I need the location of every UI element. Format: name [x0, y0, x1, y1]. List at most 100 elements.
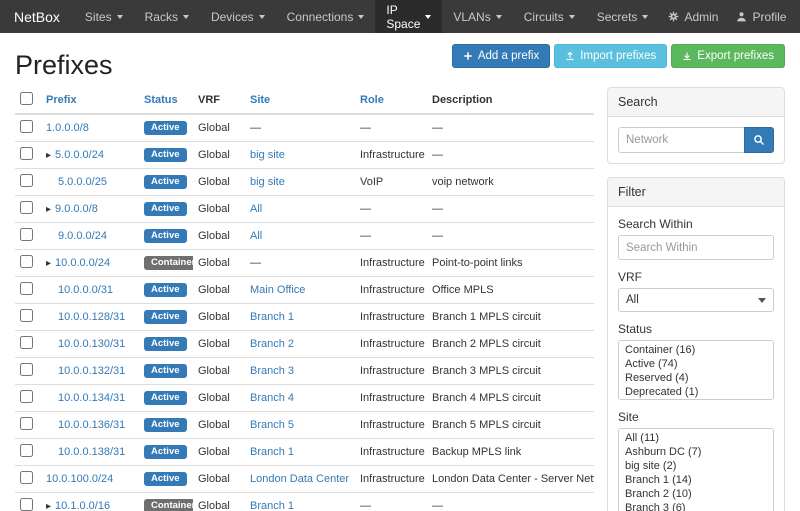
site-link[interactable]: London Data Center [250, 473, 349, 485]
filter-option[interactable]: Container (16) [619, 343, 773, 357]
app-logo[interactable]: NetBox [0, 0, 74, 33]
nav-item-ip-space[interactable]: IP Space [375, 0, 442, 33]
export-prefixes-button[interactable]: Export prefixes [671, 44, 785, 68]
nav-item-log-out[interactable]: Log out [795, 0, 800, 33]
prefix-link[interactable]: 9.0.0.0/8 [55, 203, 98, 215]
row-checkbox[interactable] [20, 417, 33, 430]
filter-option[interactable]: Branch 1 (14) [619, 473, 773, 487]
prefix-link[interactable]: 10.0.100.0/24 [46, 473, 113, 485]
prefix-link[interactable]: 10.0.0.130/31 [58, 338, 125, 350]
import-prefixes-button[interactable]: Import prefixes [554, 44, 667, 68]
role-cell: Infrastructure [355, 142, 427, 169]
nav-item-sites[interactable]: Sites [74, 0, 134, 33]
column-header-status[interactable]: Status [139, 87, 193, 114]
status-badge: Active [144, 202, 187, 217]
filter-option[interactable]: Reserved (4) [619, 371, 773, 385]
filter-option[interactable]: big site (2) [619, 459, 773, 473]
status-listbox[interactable]: Container (16)Active (74)Reserved (4)Dep… [618, 340, 774, 400]
nav-item-devices[interactable]: Devices [200, 0, 276, 33]
prefix-link[interactable]: 10.0.0.138/31 [58, 446, 125, 458]
site-link[interactable]: big site [250, 176, 285, 188]
add-prefix-button[interactable]: Add a prefix [452, 44, 550, 68]
prefix-link[interactable]: 10.1.0.0/16 [55, 500, 110, 511]
site-link[interactable]: Branch 1 [250, 446, 294, 458]
filter-option[interactable]: All (11) [619, 431, 773, 445]
site-cell: Branch 3 [245, 358, 355, 385]
prefix-link[interactable]: 10.0.0.132/31 [58, 365, 125, 377]
prefix-link[interactable]: 10.0.0.0/24 [55, 257, 110, 269]
select-all-checkbox[interactable] [20, 92, 33, 105]
prefix-link[interactable]: 10.0.0.0/31 [58, 284, 113, 296]
search-panel-title: Search [608, 88, 784, 117]
status-badge: Container [144, 499, 193, 511]
prefix-link[interactable]: 1.0.0.0/8 [46, 122, 89, 134]
search-panel: Search [607, 87, 785, 164]
vrf-cell: Global [193, 142, 245, 169]
site-link[interactable]: big site [250, 149, 285, 161]
row-checkbox[interactable] [20, 471, 33, 484]
site-link[interactable]: All [250, 203, 262, 215]
prefix-link[interactable]: 5.0.0.0/25 [58, 176, 107, 188]
site-listbox[interactable]: All (11)Ashburn DC (7)big site (2)Branch… [618, 428, 774, 511]
site-link[interactable]: All [250, 230, 262, 242]
expand-caret-icon[interactable]: ▸ [46, 204, 51, 215]
page-header: Prefixes Add a prefixImport prefixesExpo… [0, 33, 800, 87]
nav-item-label: VLANs [453, 10, 490, 24]
search-within-input[interactable] [618, 235, 774, 260]
nav-item-racks[interactable]: Racks [134, 0, 200, 33]
row-checkbox[interactable] [20, 390, 33, 403]
nav-item-vlans[interactable]: VLANs [442, 0, 512, 33]
site-link[interactable]: Branch 3 [250, 365, 294, 377]
row-checkbox[interactable] [20, 444, 33, 457]
row-checkbox[interactable] [20, 336, 33, 349]
filter-option[interactable]: Deprecated (1) [619, 385, 773, 399]
site-link[interactable]: Branch 1 [250, 500, 294, 511]
site-link[interactable]: Branch 5 [250, 419, 294, 431]
status-badge: Active [144, 445, 187, 460]
nav-item-profile[interactable]: Profile [727, 0, 795, 33]
filter-option[interactable]: Branch 3 (6) [619, 501, 773, 511]
nav-item-secrets[interactable]: Secrets [586, 0, 660, 33]
column-header-role[interactable]: Role [355, 87, 427, 114]
row-checkbox[interactable] [20, 255, 33, 268]
prefix-link[interactable]: 10.0.0.134/31 [58, 392, 125, 404]
expand-caret-icon[interactable]: ▸ [46, 258, 51, 269]
row-checkbox[interactable] [20, 363, 33, 376]
column-header-prefix[interactable]: Prefix [41, 87, 139, 114]
row-checkbox[interactable] [20, 309, 33, 322]
filter-option[interactable]: Active (74) [619, 357, 773, 371]
row-checkbox[interactable] [20, 174, 33, 187]
column-header-site[interactable]: Site [245, 87, 355, 114]
prefix-link[interactable]: 10.0.0.128/31 [58, 311, 125, 323]
site-cell: big site [245, 169, 355, 196]
row-checkbox[interactable] [20, 120, 33, 133]
row-checkbox[interactable] [20, 498, 33, 511]
prefix-link[interactable]: 5.0.0.0/24 [55, 149, 104, 161]
row-checkbox[interactable] [20, 228, 33, 241]
search-input[interactable] [618, 127, 744, 153]
table-row: ▸5.0.0.0/24ActiveGlobalbig siteInfrastru… [15, 142, 594, 169]
nav-item-connections[interactable]: Connections [276, 0, 376, 33]
nav-item-admin[interactable]: Admin [659, 0, 727, 33]
prefix-link[interactable]: 9.0.0.0/24 [58, 230, 107, 242]
site-link[interactable]: Branch 4 [250, 392, 294, 404]
site-link[interactable]: Main Office [250, 284, 305, 296]
site-link[interactable]: Branch 2 [250, 338, 294, 350]
search-icon [753, 134, 765, 146]
prefix-link[interactable]: 10.0.0.136/31 [58, 419, 125, 431]
vrf-select[interactable]: All [618, 288, 774, 312]
row-checkbox[interactable] [20, 201, 33, 214]
nav-item-circuits[interactable]: Circuits [513, 0, 586, 33]
search-button[interactable] [744, 127, 774, 153]
description-cell: Branch 4 MPLS circuit [427, 385, 594, 412]
site-link[interactable]: Branch 1 [250, 311, 294, 323]
filter-option[interactable]: Ashburn DC (7) [619, 445, 773, 459]
filter-option[interactable]: Branch 2 (10) [619, 487, 773, 501]
expand-caret-icon[interactable]: ▸ [46, 150, 51, 161]
row-checkbox[interactable] [20, 147, 33, 160]
nav-item-label: Profile [752, 10, 786, 24]
row-checkbox[interactable] [20, 282, 33, 295]
expand-caret-icon[interactable]: ▸ [46, 501, 51, 511]
vrf-cell: Global [193, 223, 245, 250]
nav-item-label: Secrets [597, 10, 638, 24]
